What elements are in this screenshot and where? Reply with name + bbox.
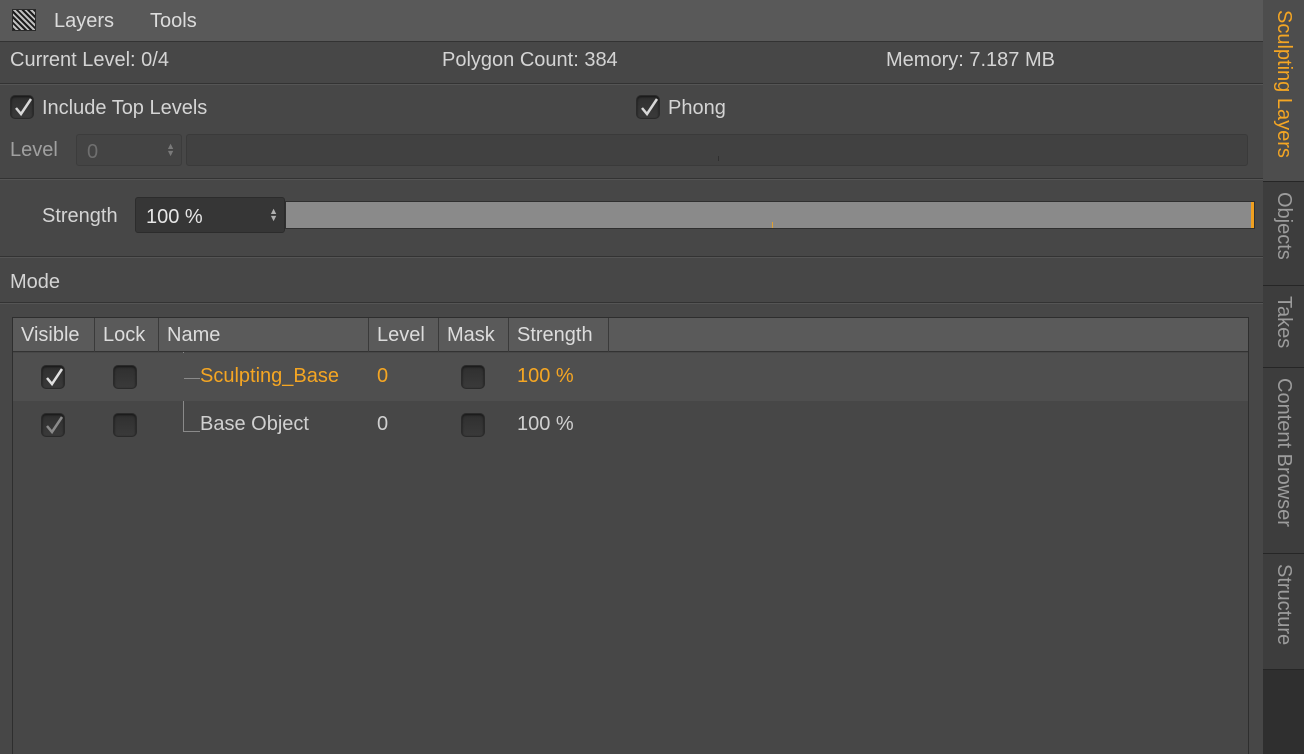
column-strength[interactable]: Strength <box>509 318 609 352</box>
polygon-count-info: Polygon Count: 384 <box>442 49 618 71</box>
level-slider[interactable] <box>186 134 1248 166</box>
tab-takes[interactable]: Takes <box>1263 286 1304 368</box>
tab-sculpting-layers[interactable]: Sculpting Layers <box>1263 0 1304 182</box>
column-level[interactable]: Level <box>369 318 439 352</box>
mode-section-label[interactable]: Mode <box>10 271 60 294</box>
sculpting-layers-panel: Layers Tools Current Level: 0/4 Polygon … <box>0 0 1263 754</box>
lock-checkbox[interactable] <box>113 413 137 437</box>
mask-checkbox[interactable] <box>461 413 485 437</box>
tree-branch <box>184 431 200 432</box>
table-header: Visible Lock Name Level Mask Strength <box>13 318 1248 352</box>
layer-level: 0 <box>377 413 389 435</box>
column-name[interactable]: Name <box>159 318 369 352</box>
level-label: Level <box>10 139 58 161</box>
checkmark-icon <box>15 98 33 117</box>
checkmark-icon <box>46 368 64 387</box>
tab-label: Structure <box>1273 564 1295 646</box>
spinner-arrows-icon[interactable]: ▲ ▼ <box>269 207 278 223</box>
strength-slider[interactable] <box>285 201 1255 229</box>
table-row[interactable]: Sculpting_Base 0 100 % <box>13 353 1248 401</box>
checkmark-icon <box>641 98 659 117</box>
checkmark-icon <box>46 416 64 435</box>
mask-checkbox[interactable] <box>461 365 485 389</box>
spinner-arrows-icon[interactable]: ▲ ▼ <box>166 142 175 158</box>
grip-icon[interactable] <box>12 9 36 31</box>
current-level-info: Current Level: 0/4 <box>10 49 169 71</box>
divider <box>0 256 1263 258</box>
layer-name[interactable]: Base Object <box>200 413 309 436</box>
menu-bar: Layers Tools <box>0 0 1263 42</box>
side-tab-bar: Sculpting Layers Objects Takes Content B… <box>1263 0 1304 754</box>
layer-strength[interactable]: 100 % <box>517 413 574 436</box>
visible-checkbox[interactable] <box>41 413 65 437</box>
layer-strength[interactable]: 100 % <box>517 365 574 388</box>
layer-name[interactable]: Sculpting_Base <box>200 365 339 388</box>
tab-label: Content Browser <box>1273 378 1295 527</box>
layer-level: 0 <box>377 365 389 387</box>
slider-tick <box>718 156 719 161</box>
tab-objects[interactable]: Objects <box>1263 182 1304 286</box>
layers-table: Visible Lock Name Level Mask Strength Sc… <box>12 317 1249 754</box>
tree-branch <box>184 378 200 379</box>
visible-checkbox[interactable] <box>41 365 65 389</box>
column-visible[interactable]: Visible <box>13 318 95 352</box>
table-row[interactable]: Base Object 0 100 % <box>13 401 1248 449</box>
slider-handle[interactable] <box>1251 202 1254 228</box>
memory-info: Memory: 7.187 MB <box>886 49 1055 71</box>
phong-checkbox[interactable] <box>636 95 660 119</box>
divider <box>0 83 1263 85</box>
tab-content-browser[interactable]: Content Browser <box>1263 368 1304 554</box>
strength-label: Strength <box>42 205 118 227</box>
level-value: 0 <box>87 141 99 163</box>
include-top-levels-label: Include Top Levels <box>42 97 208 119</box>
divider <box>0 178 1263 180</box>
column-mask[interactable]: Mask <box>439 318 509 352</box>
tab-label: Takes <box>1273 296 1295 349</box>
include-top-levels-checkbox[interactable] <box>10 95 34 119</box>
tab-structure[interactable]: Structure <box>1263 554 1304 670</box>
level-input[interactable]: 0 ▲ ▼ <box>76 134 182 166</box>
slider-tick <box>772 222 773 228</box>
column-lock[interactable]: Lock <box>95 318 159 352</box>
strength-value: 100 % <box>146 206 203 228</box>
menu-layers[interactable]: Layers <box>54 10 114 33</box>
strength-input[interactable]: 100 % ▲ ▼ <box>135 197 285 233</box>
lock-checkbox[interactable] <box>113 365 137 389</box>
phong-label: Phong <box>668 97 726 119</box>
menu-tools[interactable]: Tools <box>150 10 197 33</box>
tab-label: Objects <box>1273 192 1295 260</box>
divider <box>0 302 1263 304</box>
tab-label: Sculpting Layers <box>1273 10 1295 158</box>
